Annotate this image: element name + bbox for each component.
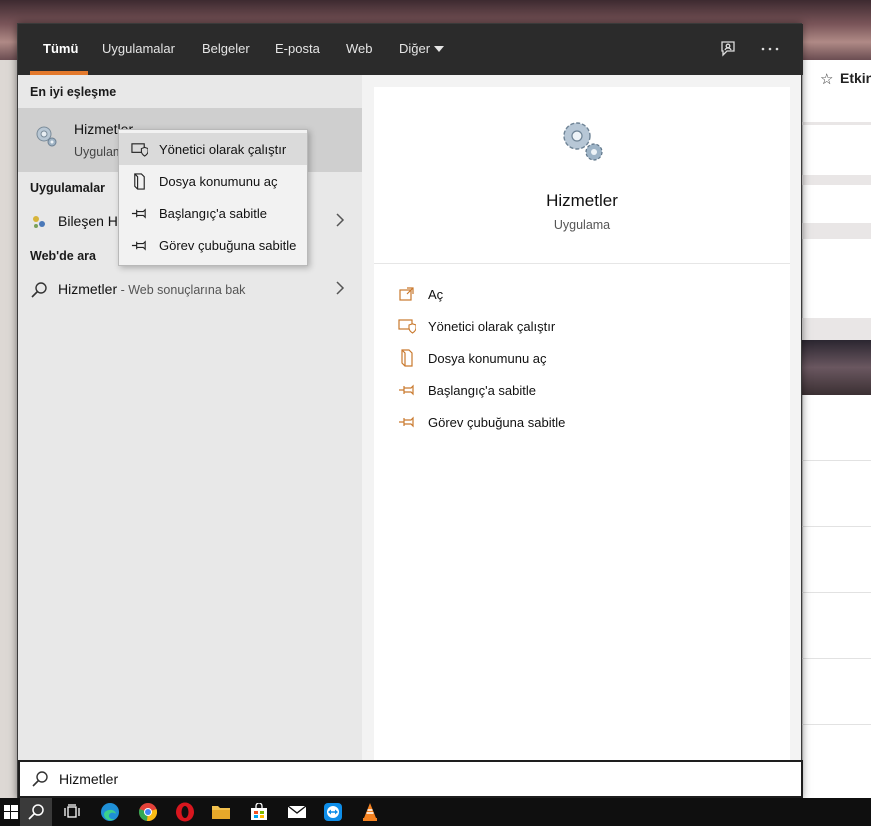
task-view-icon[interactable] [61, 801, 83, 823]
edge-icon[interactable] [99, 801, 121, 823]
web-result-label: Hizmetler - Web sonuçlarına bak [58, 281, 245, 297]
vlc-icon[interactable] [359, 801, 381, 823]
divider [802, 592, 871, 593]
tab-email[interactable]: E-posta [275, 41, 320, 56]
tab-more[interactable]: Diğer [399, 41, 445, 56]
action-pin-to-start[interactable]: Başlangıç'a sabitle [398, 378, 536, 402]
context-open-file-location[interactable]: Dosya konumunu aç [119, 165, 307, 197]
divider [802, 526, 871, 527]
background-photo [802, 340, 871, 395]
opera-icon[interactable] [174, 801, 196, 823]
folder-location-icon [134, 172, 145, 190]
context-pin-to-start[interactable]: Başlangıç'a sabitle [119, 197, 307, 229]
tab-apps[interactable]: Uygulamalar [102, 41, 175, 56]
action-pin-to-taskbar[interactable]: Görev çubuğuna sabitle [398, 410, 565, 434]
tab-documents[interactable]: Belgeler [202, 41, 250, 56]
open-icon [399, 287, 414, 301]
services-gear-icon [36, 126, 57, 147]
web-search-header: Web'de ara [30, 249, 96, 263]
search-icon [31, 282, 47, 298]
action-open-file-location[interactable]: Dosya konumunu aç [398, 346, 547, 370]
context-pin-to-taskbar[interactable]: Görev çubuğuna sabitle [119, 229, 307, 261]
background-label: Etkin [840, 70, 871, 86]
action-pin-to-taskbar-label: Görev çubuğuna sabitle [428, 414, 566, 430]
windows-start-icon[interactable] [0, 801, 22, 823]
chevron-right-icon[interactable] [335, 280, 345, 296]
search-icon[interactable] [20, 798, 52, 826]
action-run-as-admin-label: Yönetici olarak çalıştır [428, 318, 556, 334]
background-block [802, 175, 871, 185]
pin-icon [399, 384, 414, 396]
preview-title: Hizmetler [546, 191, 618, 210]
background-webpage [802, 60, 871, 798]
web-result-query: Hizmetler [58, 281, 118, 297]
caret-down-icon [434, 45, 445, 52]
web-result-hint: - Web sonuçlarına bak [117, 283, 246, 297]
services-gear-icon [563, 122, 603, 161]
search-input[interactable] [59, 771, 801, 787]
divider [802, 658, 871, 659]
divider [802, 460, 871, 461]
tab-bar: Tümü Uygulamalar Belgeler E-posta Web Di… [18, 24, 803, 75]
taskbar [0, 798, 871, 826]
chrome-icon[interactable] [137, 801, 159, 823]
best-match-header: En iyi eşleşme [30, 85, 117, 99]
search-icon [32, 771, 48, 787]
context-pin-to-start-label: Başlangıç'a sabitle [159, 205, 267, 221]
tab-all[interactable]: Tümü [43, 41, 78, 56]
background-block [802, 122, 871, 125]
file-explorer-icon[interactable] [210, 801, 232, 823]
web-result-item[interactable]: Hizmetler - Web sonuçlarına bak [18, 272, 362, 306]
shield-window-icon [131, 142, 148, 157]
context-menu: Yönetici olarak çalıştır Dosya konumunu … [118, 129, 308, 266]
context-run-as-admin[interactable]: Yönetici olarak çalıştır [119, 133, 307, 165]
more-options-icon[interactable] [758, 38, 782, 60]
teamviewer-icon[interactable] [322, 801, 344, 823]
pin-icon [131, 207, 146, 219]
action-open-file-location-label: Dosya konumunu aç [428, 350, 547, 366]
feedback-icon[interactable] [716, 38, 740, 60]
component-services-icon [33, 216, 45, 228]
divider [802, 724, 871, 725]
context-run-as-admin-label: Yönetici olarak çalıştır [159, 141, 287, 157]
store-icon[interactable] [248, 801, 270, 823]
preview-pane: Hizmetler Uygulama Aç Yönetici olarak ça… [374, 87, 790, 760]
search-box[interactable] [18, 760, 803, 798]
tab-web[interactable]: Web [346, 41, 373, 56]
tab-more-label: Diğer [399, 41, 431, 56]
background-block [802, 223, 871, 239]
divider [374, 263, 790, 264]
apps-header: Uygulamalar [30, 181, 106, 195]
mail-icon[interactable] [286, 801, 308, 823]
background-block [802, 318, 871, 340]
shield-window-icon [398, 319, 416, 334]
preview-subtitle: Uygulama [553, 218, 611, 232]
action-pin-to-start-label: Başlangıç'a sabitle [428, 382, 536, 398]
action-open-label: Aç [428, 286, 444, 302]
pin-icon [399, 416, 414, 428]
star-icon: ☆ [820, 71, 834, 88]
context-open-file-location-label: Dosya konumunu aç [159, 173, 278, 189]
action-open[interactable]: Aç [398, 282, 443, 306]
chevron-right-icon[interactable] [335, 212, 345, 228]
context-pin-to-taskbar-label: Görev çubuğuna sabitle [159, 237, 297, 253]
action-run-as-admin[interactable]: Yönetici olarak çalıştır [398, 314, 555, 338]
pin-icon [131, 239, 146, 251]
folder-location-icon [401, 349, 413, 367]
